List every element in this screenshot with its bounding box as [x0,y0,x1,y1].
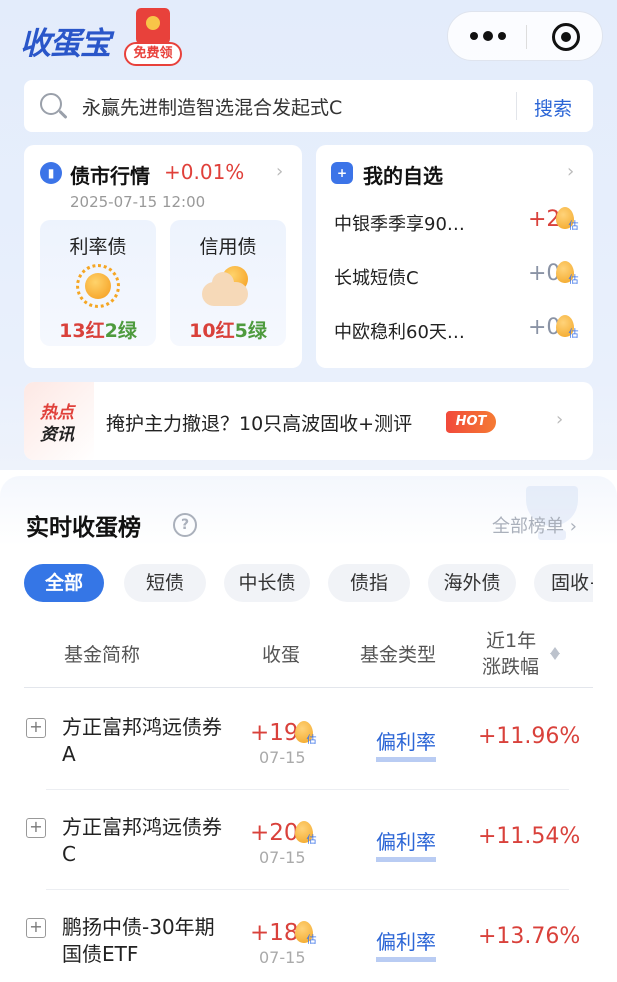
chevron-right-icon: › [276,161,284,182]
col-eggs: 收蛋 [262,644,301,666]
ranking-panel: 实时收蛋榜 ? 全部榜单 › 全部 短债 中长债 债指 海外债 固收+ 基金简称… [0,476,617,982]
watchlist-item-value: +2 估 [528,207,579,232]
chip-mid-long-bond[interactable]: 中长债 [224,564,310,602]
egg-date: 07-15 [259,848,306,867]
down-count: 5绿 [234,320,267,342]
ranking-title: 实时收蛋榜 [26,515,141,541]
watchlist-item-name: 长城短债C [334,268,419,289]
egg-value: +20 估 [250,820,317,846]
close-target-icon[interactable] [552,23,580,51]
chevron-right-icon: › [567,161,575,182]
table-row[interactable]: + 方正富邦鸿远债券A +19 估 07-15 偏利率 +11.96% [24,690,593,790]
hot-tag: HOT [446,411,496,433]
col-change-line1[interactable]: 近1年 [486,626,536,653]
segment-rate-bond[interactable]: 利率债 13红2绿 [40,220,156,346]
bond-market-date: 2025-07-15 12:00 [70,193,206,211]
category-chips: 全部 短债 中长债 债指 海外债 固收+ [24,564,593,604]
segment-credit-bond[interactable]: 信用债 10红5绿 [170,220,286,346]
watchlist-item[interactable]: 中银季季享90… +2 估 [334,207,584,237]
watchlist-item[interactable]: 长城短债C +0 估 [334,261,584,291]
chevron-right-icon: › [556,409,564,430]
segment-name: 利率债 [69,236,127,258]
sort-icon[interactable] [549,642,561,662]
egg-value: +19 估 [250,720,317,746]
watchlist-item-name: 中银季季享90… [334,214,465,235]
watchlist-title: 我的自选 [363,164,443,188]
chip-fixed-income-plus[interactable]: 固收+ [534,564,593,602]
top-bar: 收蛋宝 免费领 [0,0,617,76]
watchlist-icon: + [331,162,353,184]
watchlist-card[interactable]: + 我的自选 › 中银季季享90… +2 估 长城短债C +0 估 中欧稳利60天…… [316,145,593,368]
bond-market-title: 债市行情 [70,164,150,188]
one-year-change: +11.54% [478,824,581,849]
fund-name: 方正富邦鸿远债券A [62,715,222,766]
mini-program-capsule [447,11,603,61]
egg-icon: 估 [556,261,578,286]
chart-icon: ▮ [40,162,62,184]
egg-date: 07-15 [259,948,306,967]
add-watchlist-icon[interactable]: + [26,718,46,738]
egg-icon: 估 [294,921,317,946]
segment-counts: 13红2绿 [40,316,156,343]
fund-name: 鹏扬中债-30年期国债ETF [62,915,215,966]
hot-news-text: 掩护主力撤退？10只高波固收+测评 [106,413,413,435]
hot-news-banner[interactable]: 热点 资讯 掩护主力撤退？10只高波固收+测评 HOT › [24,382,593,460]
table-row[interactable]: + 方正富邦鸿远债券C +20 估 07-15 偏利率 +11.54% [24,790,593,890]
egg-date: 07-15 [259,748,306,767]
one-year-change: +13.76% [478,924,581,949]
chip-short-bond[interactable]: 短债 [124,564,206,602]
watchlist-item-name: 中欧稳利60天… [334,322,465,343]
fund-type-tag: 偏利率 [376,726,436,762]
bond-market-change: +0.01% [164,160,245,184]
free-claim-label: 免费领 [124,42,182,66]
watchlist-item-value: +0 估 [528,315,579,340]
watchlist-item[interactable]: 中欧稳利60天… +0 估 [334,315,584,345]
chip-bond-index[interactable]: 债指 [328,564,410,602]
bond-market-card[interactable]: ▮ 债市行情 +0.01% › 2025-07-15 12:00 利率债 13红… [24,145,302,368]
chip-all[interactable]: 全部 [24,564,104,602]
hot-news-badge: 热点 资讯 [24,382,94,460]
table-header: 基金简称 收蛋 基金类型 近1年 涨跌幅 [24,622,593,688]
partly-cloudy-icon [202,264,250,308]
search-bar[interactable]: 永赢先进制造智选混合发起式C 搜索 [24,80,593,132]
sunny-icon [76,264,120,308]
app-logo: 收蛋宝 [20,26,111,62]
egg-icon: 估 [556,315,578,340]
egg-icon: 估 [556,207,578,232]
add-watchlist-icon[interactable]: + [26,918,46,938]
search-button[interactable]: 搜索 [534,94,572,121]
fund-name: 方正富邦鸿远债券C [62,815,222,866]
up-count: 10红 [189,320,235,342]
segment-counts: 10红5绿 [170,316,286,343]
fund-type-tag: 偏利率 [376,926,436,962]
fund-type-tag: 偏利率 [376,826,436,862]
free-claim-button[interactable]: 免费领 [124,8,182,66]
help-icon[interactable]: ? [173,513,197,537]
col-change-line2[interactable]: 涨跌幅 [482,652,539,679]
segment-name: 信用债 [199,236,257,258]
chip-overseas-bond[interactable]: 海外债 [428,564,516,602]
egg-value: +18 估 [250,920,317,946]
one-year-change: +11.96% [478,724,581,749]
all-rankings-link[interactable]: 全部榜单 › [492,512,577,538]
col-fund-type: 基金类型 [360,644,437,666]
search-input[interactable]: 永赢先进制造智选混合发起式C [82,93,342,120]
up-count: 13红 [59,320,105,342]
watchlist-item-value: +0 估 [528,261,579,286]
search-divider [516,92,517,120]
down-count: 2绿 [104,320,137,342]
more-menu-icon[interactable] [470,26,506,46]
search-icon [40,93,68,121]
egg-icon: 估 [294,721,317,746]
table-row[interactable]: + 鹏扬中债-30年期国债ETF +18 估 07-15 偏利率 +13.76% [24,890,593,982]
capsule-divider [526,25,527,49]
egg-icon: 估 [294,821,317,846]
red-envelope-icon [136,8,170,44]
col-fund-name: 基金简称 [64,644,141,666]
add-watchlist-icon[interactable]: + [26,818,46,838]
